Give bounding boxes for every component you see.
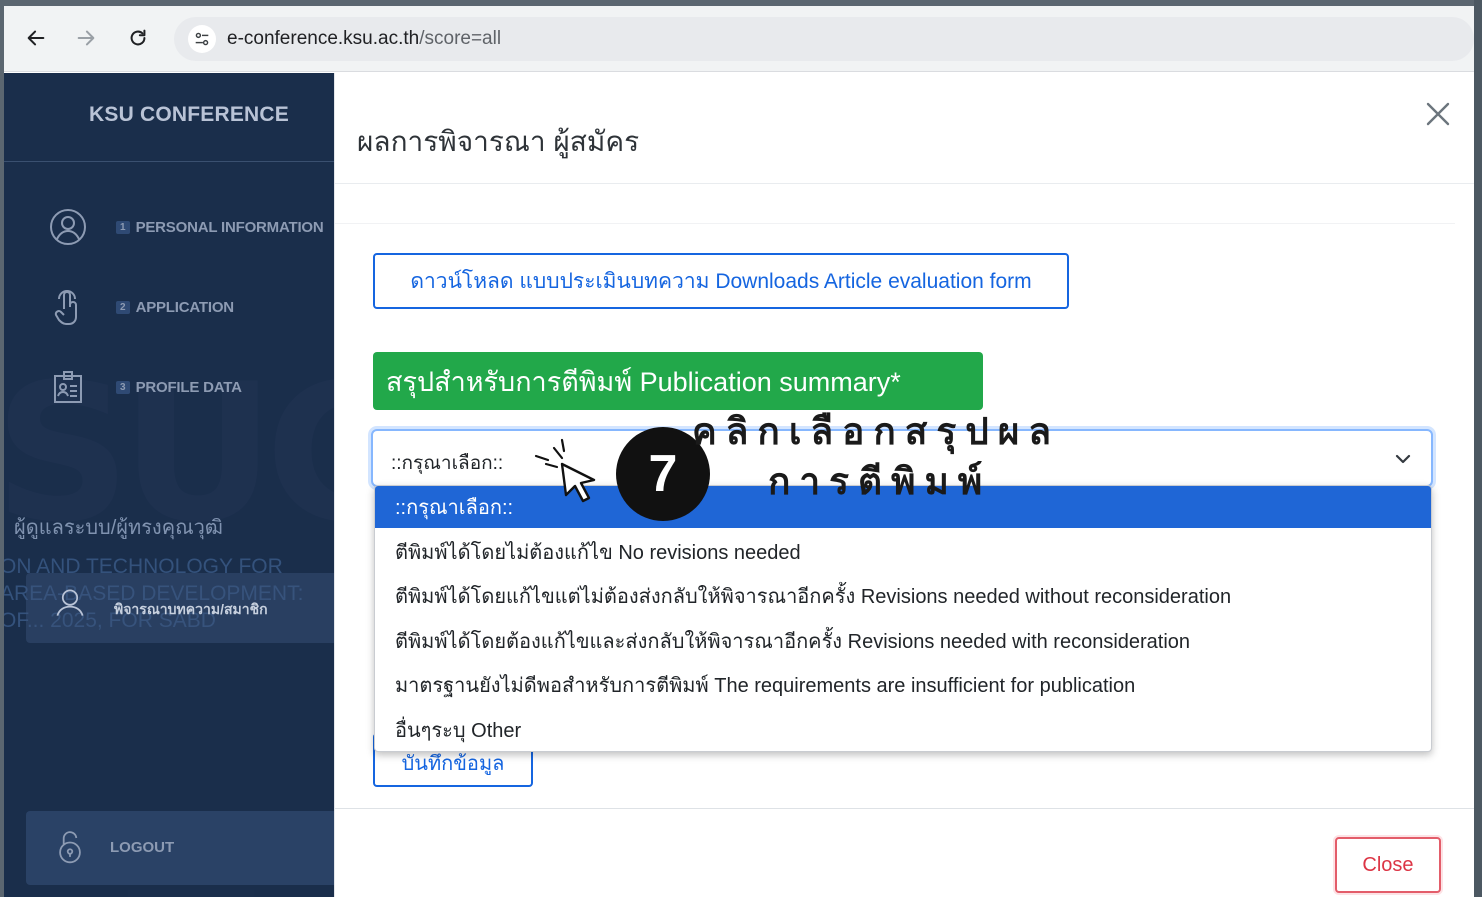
lock-icon xyxy=(52,827,88,872)
id-badge-icon xyxy=(46,365,90,409)
annotation-text: การตีพิมพ์ xyxy=(768,461,992,502)
select-option-insufficient[interactable]: มาตรฐานยังไม่ดีพอสำหรับการตีพิมพ์ The re… xyxy=(375,663,1431,707)
sidebar-item-number: 3 xyxy=(116,380,130,394)
sidebar-item-label: PROFILE DATA xyxy=(135,378,242,396)
modal-title: ผลการพิจารณา ผู้สมัคร xyxy=(357,126,640,157)
chevron-down-icon xyxy=(1395,454,1411,464)
pointer-cursor-icon xyxy=(534,438,596,503)
select-options-list: ::กรุณาเลือก:: ตีพิมพ์ได้โดยไม่ต้องแก้ไข… xyxy=(374,485,1432,752)
select-option-revisions-with-reconsideration[interactable]: ตีพิมพ์ได้โดยต้องแก้ไขและส่งกลับให้พิจาร… xyxy=(375,619,1431,663)
sidebar: SUC KSU CONFERENCE 1 PERSONAL INFORMATIO… xyxy=(4,73,334,897)
sidebar-item-application[interactable]: 2 APPLICATION xyxy=(46,283,334,331)
select-option-revisions-without-reconsideration[interactable]: ตีพิมพ์ได้โดยแก้ไขแต่ไม่ต้องส่งกลับให้พิ… xyxy=(375,574,1431,618)
site-info-icon[interactable] xyxy=(188,25,216,53)
divider xyxy=(335,223,1455,224)
divider xyxy=(4,161,334,162)
address-bar[interactable]: e-conference.ksu.ac.th/score=all xyxy=(174,17,1474,61)
browser-window: e-conference.ksu.ac.th/score=all SUC KSU… xyxy=(4,6,1482,897)
divider xyxy=(335,183,1482,184)
sidebar-item-label: พิจารณาบทความ/สมาชิก xyxy=(114,601,268,617)
back-button[interactable] xyxy=(18,20,54,56)
sidebar-item-personal-information[interactable]: 1 PERSONAL INFORMATION xyxy=(46,203,334,251)
sidebar-item-number: 1 xyxy=(116,220,130,234)
close-icon[interactable] xyxy=(1423,99,1453,129)
reload-icon xyxy=(130,29,146,46)
select-value: ::กรุณาเลือก:: xyxy=(391,453,504,474)
user-role: ผู้ดูแลระบบ/ผู้ทรงคุณวุฒิ xyxy=(14,517,223,539)
user-circle-icon xyxy=(46,205,90,249)
close-button[interactable]: Close xyxy=(1335,837,1441,893)
url-text: e-conference.ksu.ac.th/score=all xyxy=(227,28,502,49)
select-option-other[interactable]: อื่นๆระบุ Other xyxy=(375,708,1431,751)
select-option-no-revisions[interactable]: ตีพิมพ์ได้โดยไม่ต้องแก้ไข No revisions n… xyxy=(375,530,1431,574)
download-evaluation-form-button[interactable]: ดาวน์โหลด แบบประเมินบทความ Downloads Art… xyxy=(373,253,1069,309)
browser-toolbar: e-conference.ksu.ac.th/score=all xyxy=(4,6,1482,72)
arrow-right-icon xyxy=(77,30,95,46)
sidebar-item-review-articles[interactable]: พิจารณาบทความ/สมาชิก xyxy=(26,573,334,643)
divider xyxy=(335,808,1482,809)
sidebar-item-label: PERSONAL INFORMATION xyxy=(135,218,324,236)
forward-button[interactable] xyxy=(68,20,104,56)
sidebar-item-profile-data[interactable]: 3 PROFILE DATA xyxy=(46,363,334,411)
sidebar-item-label: APPLICATION xyxy=(135,298,235,316)
brand-title: KSU CONFERENCE xyxy=(89,103,289,126)
page-edge xyxy=(1474,0,1482,897)
logout-label: LOGOUT xyxy=(110,839,175,856)
reload-button[interactable] xyxy=(120,20,156,56)
logout-button[interactable]: LOGOUT xyxy=(26,811,334,885)
user-icon xyxy=(52,585,88,626)
arrow-left-icon xyxy=(27,30,45,46)
hand-pointer-icon xyxy=(46,285,90,329)
sidebar-item-number: 2 xyxy=(116,300,130,314)
